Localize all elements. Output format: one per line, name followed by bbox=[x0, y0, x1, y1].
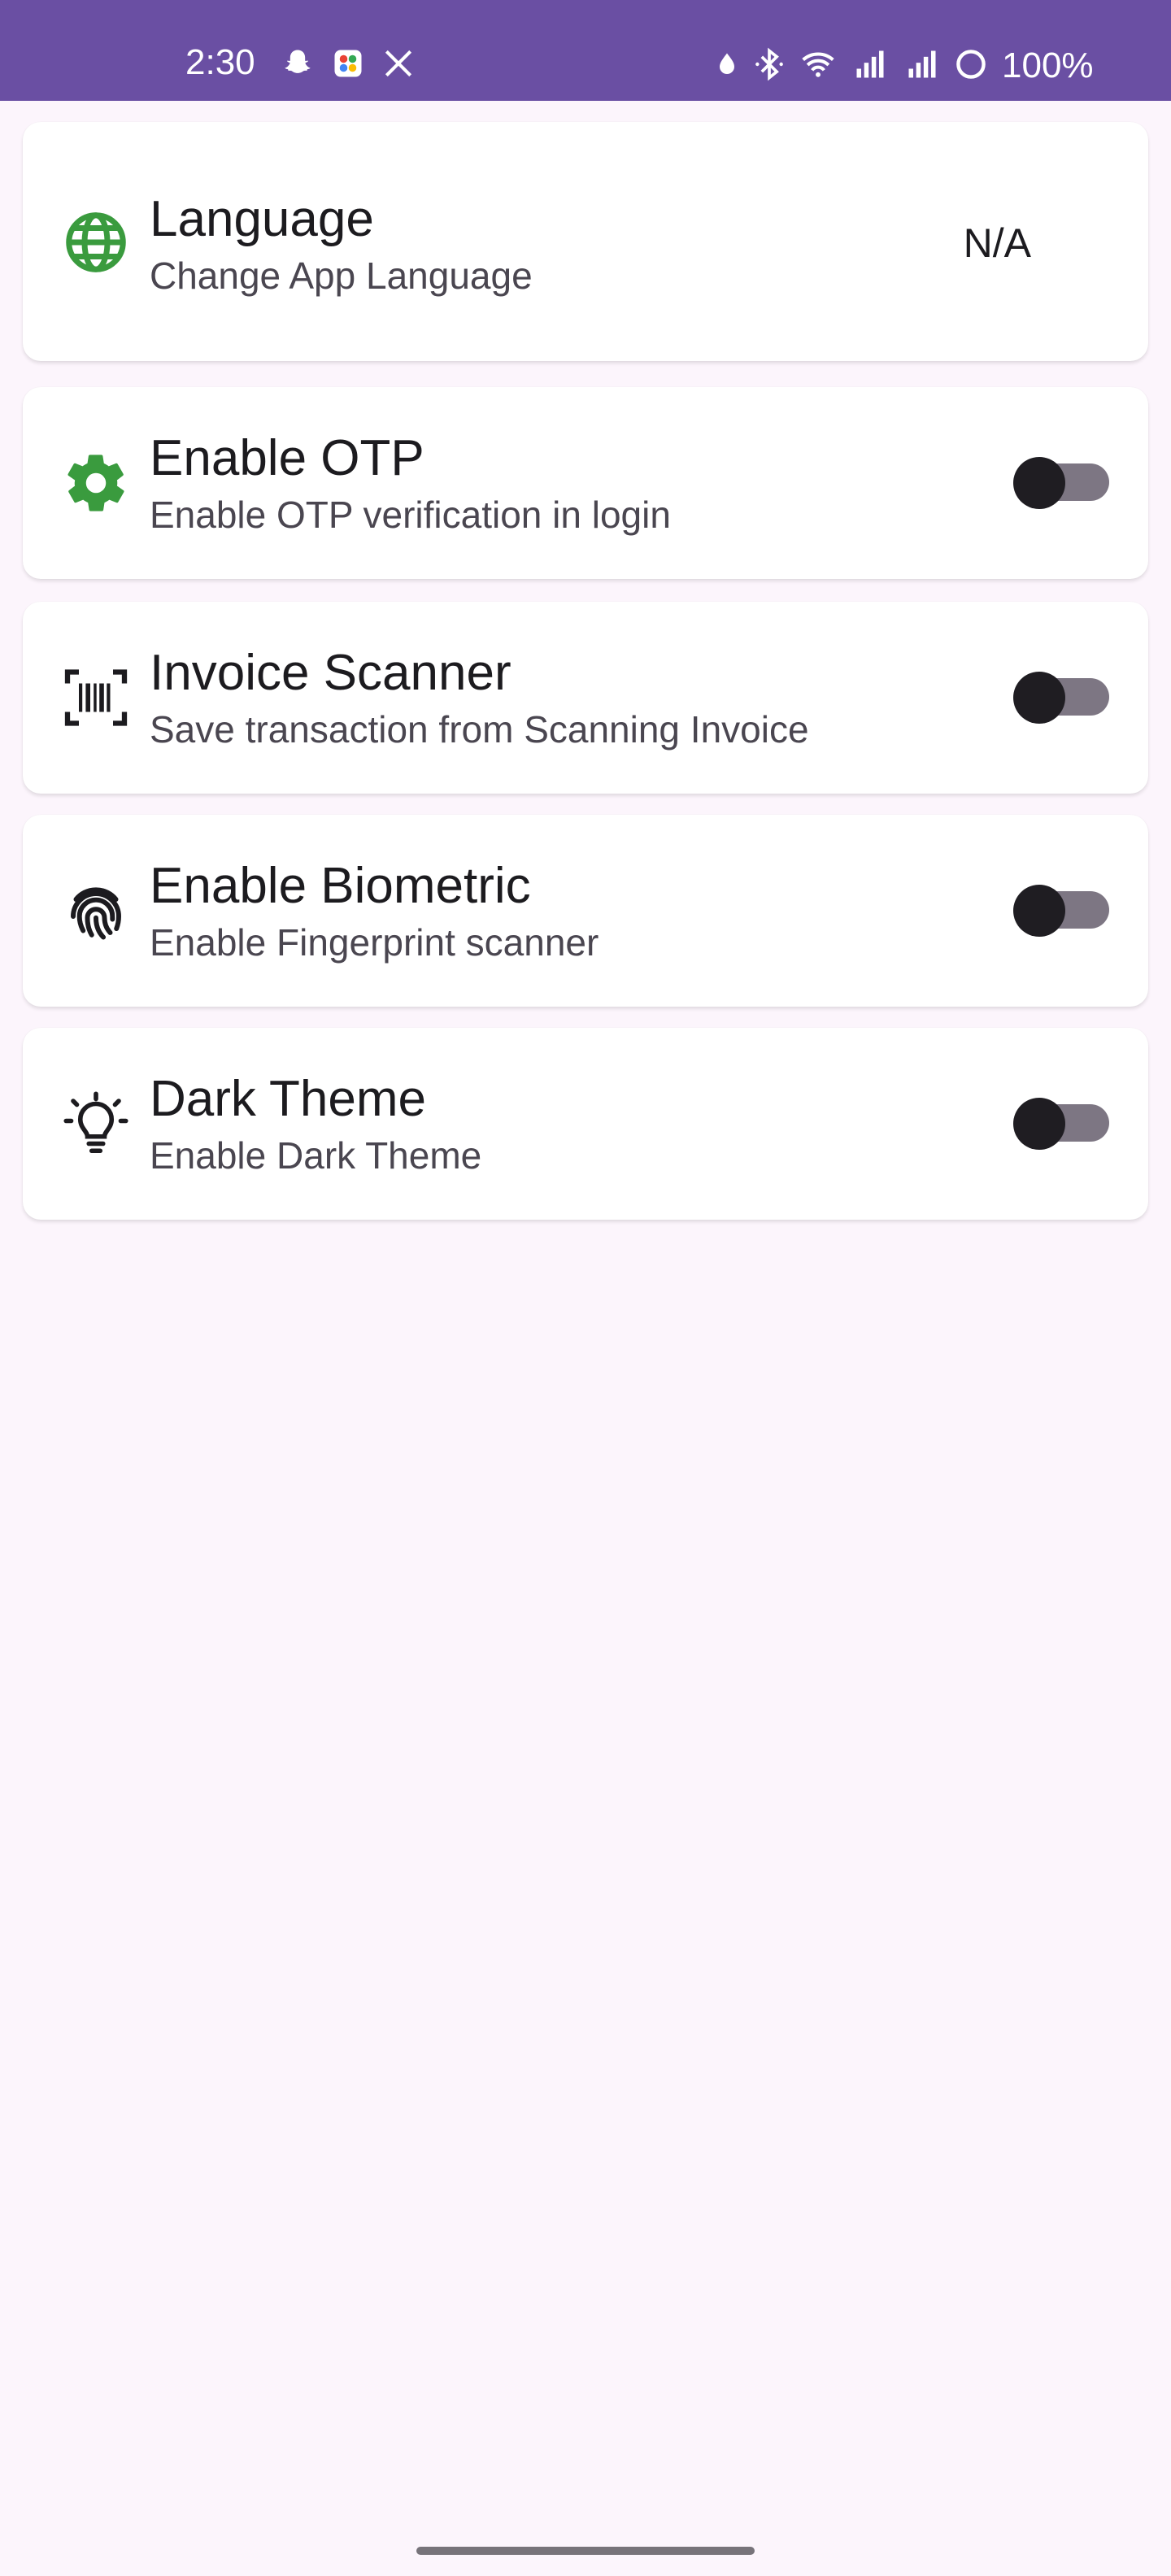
signal-icon bbox=[849, 46, 891, 86]
language-title: Language bbox=[150, 191, 374, 247]
dark-theme-toggle[interactable] bbox=[1013, 1098, 1114, 1150]
fingerprint-icon bbox=[55, 870, 137, 951]
biometric-subtitle: Enable Fingerprint scanner bbox=[150, 921, 599, 964]
biometric-toggle[interactable] bbox=[1013, 885, 1114, 937]
data-saver-icon bbox=[712, 46, 742, 86]
battery-icon bbox=[953, 46, 989, 86]
biometric-toggle-thumb bbox=[1013, 885, 1065, 937]
notification-icons bbox=[280, 46, 416, 85]
language-setting[interactable]: Language Change App Language N/A bbox=[23, 122, 1148, 361]
snapchat-icon bbox=[280, 46, 316, 85]
status-time: 2:30 bbox=[185, 42, 255, 82]
otp-setting: Enable OTP Enable OTP verification in lo… bbox=[23, 387, 1148, 579]
wifi-icon bbox=[797, 46, 839, 86]
invoice-scanner-setting: Invoice Scanner Save transaction from Sc… bbox=[23, 602, 1148, 794]
invoice-scanner-title: Invoice Scanner bbox=[150, 645, 511, 701]
invoice-scanner-toggle-thumb bbox=[1013, 672, 1065, 724]
invoice-scanner-subtitle: Save transaction from Scanning Invoice bbox=[150, 708, 809, 751]
home-indicator[interactable] bbox=[416, 2547, 755, 2555]
x-icon bbox=[381, 46, 416, 85]
system-icons: 100% bbox=[712, 46, 1094, 86]
otp-toggle[interactable] bbox=[1013, 457, 1114, 509]
globe-icon bbox=[55, 202, 137, 283]
bluetooth-icon bbox=[751, 46, 787, 86]
dark-theme-toggle-thumb bbox=[1013, 1098, 1065, 1150]
language-subtitle: Change App Language bbox=[150, 255, 533, 297]
invoice-scanner-toggle[interactable] bbox=[1013, 672, 1114, 724]
status-bar: 2:30 100% bbox=[0, 0, 1171, 101]
gear-icon bbox=[55, 442, 137, 524]
dark-theme-setting: Dark Theme Enable Dark Theme bbox=[23, 1028, 1148, 1220]
signal-icon bbox=[901, 46, 943, 86]
barcode-scanner-icon bbox=[55, 657, 137, 738]
otp-subtitle: Enable OTP verification in login bbox=[150, 494, 671, 536]
otp-title: Enable OTP bbox=[150, 430, 424, 486]
biometric-setting: Enable Biometric Enable Fingerprint scan… bbox=[23, 815, 1148, 1007]
dark-theme-title: Dark Theme bbox=[150, 1071, 426, 1127]
biometric-title: Enable Biometric bbox=[150, 858, 531, 914]
photos-app-icon bbox=[330, 46, 366, 85]
dark-theme-subtitle: Enable Dark Theme bbox=[150, 1134, 482, 1177]
language-value[interactable]: N/A bbox=[964, 220, 1031, 267]
otp-toggle-thumb bbox=[1013, 457, 1065, 509]
battery-level: 100% bbox=[1002, 46, 1094, 85]
lightbulb-icon bbox=[55, 1083, 137, 1164]
